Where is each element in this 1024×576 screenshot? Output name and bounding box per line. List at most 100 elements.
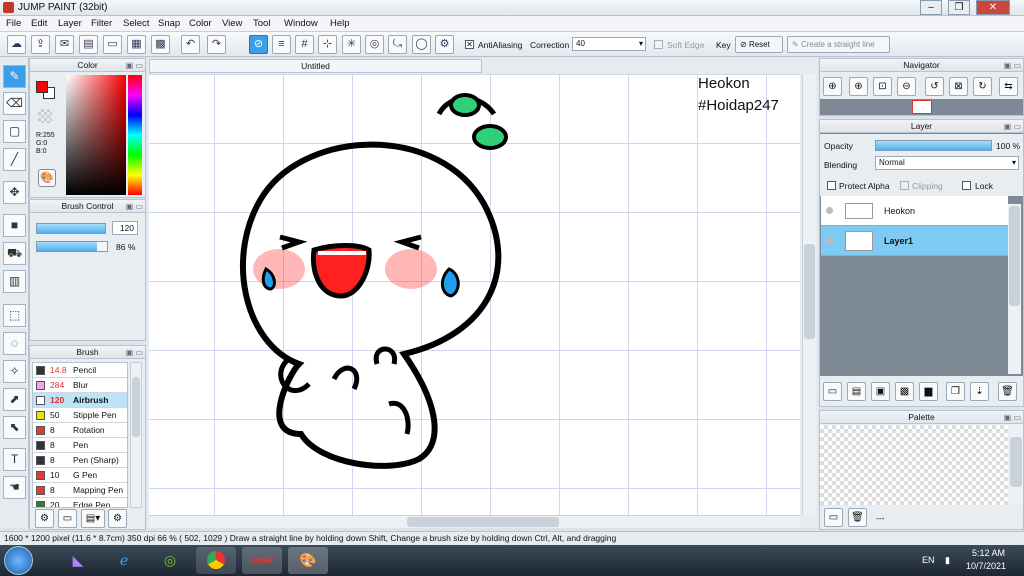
menu-color[interactable]: Color [189,18,212,29]
palette-swatches[interactable] [820,425,1008,505]
brush-item[interactable]: 20 Edge Pen [33,498,127,507]
eye-icon[interactable] [826,207,833,214]
curve-snap-icon[interactable]: ⤿ [388,35,407,54]
move-tool-icon[interactable]: ✥ [3,181,26,204]
ellipse-snap-icon[interactable]: ◯ [412,35,431,54]
language-indicator[interactable]: EN [922,555,935,565]
brush-menu-icon[interactable]: ▤▾ [81,509,105,528]
eye-icon[interactable] [826,237,833,244]
menu-help[interactable]: Help [330,18,350,29]
page-icon[interactable]: ▭ [103,35,122,54]
menu-window[interactable]: Window [284,18,318,29]
menu-layer[interactable]: Layer [58,18,82,29]
layer-row[interactable]: Heokon [821,196,1008,226]
menu-edit[interactable]: Edit [31,18,47,29]
scrollbar-thumb[interactable] [132,377,140,437]
close-button[interactable]: ✕ [976,0,1010,15]
fit-screen-icon[interactable]: ⊡ [873,77,892,96]
navigator-thumbnail[interactable] [911,100,932,114]
text-tool-icon[interactable]: T [3,448,26,471]
scrollbar-thumb[interactable] [407,517,559,527]
panel-buttons-icon[interactable]: ▣ ▭ [126,347,143,359]
panel-buttons-icon[interactable]: ▣ ▭ [126,201,143,213]
correction-select[interactable]: 40 ▾ [572,37,646,51]
reset-rotation-icon[interactable]: ⊠ [949,77,968,96]
menu-view[interactable]: View [222,18,242,29]
clipping-checkbox[interactable] [900,181,909,190]
brush-item[interactable]: 8 Mapping Pen [33,483,127,498]
bucket-tool-icon[interactable]: ⛟ [3,242,26,265]
grid-snap-icon[interactable]: # [295,35,314,54]
navigator-preview[interactable] [820,99,1023,115]
brush-item[interactable]: 14.8 Pencil [33,363,127,378]
drawing-canvas[interactable]: Heokon #Hoidap247 [149,74,800,515]
rotate-left-icon[interactable]: ↺ [925,77,944,96]
new-raster-layer-icon[interactable]: ▤ [847,382,866,401]
visual-studio-icon[interactable]: ◣ [58,547,98,574]
panel-buttons-icon[interactable]: ▣ ▭ [126,60,143,72]
trash-icon[interactable]: 🗑 [998,382,1017,401]
cloud-icon[interactable]: ☁ [7,35,26,54]
new-layer-icon[interactable]: ▭ [823,382,842,401]
palette-scrollbar[interactable] [1009,425,1023,505]
select-eraser-tool-icon[interactable]: ⬉ [3,416,26,439]
grid-layout-icon[interactable]: ▩ [151,35,170,54]
zoom-fit-icon[interactable]: ⊕ [823,77,842,96]
transparent-color-swatch[interactable] [38,109,52,123]
brush-item[interactable]: 284 Blur [33,378,127,393]
brush-size-input[interactable]: 120 [112,221,138,235]
start-button[interactable] [4,546,33,575]
internet-explorer-icon[interactable]: ℯ [104,547,144,574]
brush-add-icon[interactable]: ⚙ [35,509,54,528]
canvas-vertical-scrollbar[interactable] [802,74,816,515]
panel-buttons-icon[interactable]: ▣ ▭ [1004,412,1021,424]
gradient-tool-icon[interactable]: ▥ [3,270,26,293]
cross-snap-icon[interactable]: ⊹ [318,35,337,54]
network-icon[interactable]: ▮ [945,555,950,566]
menu-snap[interactable]: Snap [158,18,180,29]
magic-wand-tool-icon[interactable]: ✧ [3,360,26,383]
undo-icon[interactable]: ↶ [181,35,200,54]
antialiasing-checkbox[interactable]: ✕ [465,40,474,49]
layer-row[interactable]: Layer1 [821,226,1008,256]
menu-file[interactable]: File [6,18,21,29]
clock-date[interactable]: 10/7/2021 [966,561,1006,571]
note-icon[interactable]: ▤ [79,35,98,54]
circle-snap-icon[interactable]: ◎ [365,35,384,54]
new-brush-icon[interactable]: ▭ [58,509,77,528]
paint-app-icon[interactable]: 🎨 [288,547,328,574]
hand-tool-icon[interactable]: ☚ [3,476,26,499]
document-tab[interactable]: Untitled [149,59,482,73]
snap-settings-icon[interactable]: ⚙ [435,35,454,54]
clock-time[interactable]: 5:12 AM [972,548,1005,558]
comment-icon[interactable]: ✉ [55,35,74,54]
primary-color-swatch[interactable] [36,81,48,93]
sync-app-icon[interactable]: ◎ [150,547,190,574]
color-saturation-field[interactable] [66,75,126,195]
brush-tool-icon[interactable]: ✎ [3,65,26,88]
menu-filter[interactable]: Filter [91,18,112,29]
blending-select[interactable]: Normal ▾ [875,156,1019,170]
lock-checkbox[interactable] [962,181,971,190]
redo-icon[interactable]: ↷ [207,35,226,54]
rotate-right-icon[interactable]: ↻ [973,77,992,96]
brush-size-slider[interactable] [36,223,106,234]
menu-select[interactable]: Select [123,18,149,29]
menu-tool[interactable]: Tool [253,18,270,29]
lasso-tool-icon[interactable]: ◌ [3,332,26,355]
layer-opacity-slider[interactable] [875,140,992,151]
panel-buttons-icon[interactable]: ▣ ▭ [1004,121,1021,133]
brush-item[interactable]: 8 Pen [33,438,127,453]
brush-opacity-slider[interactable] [36,241,108,252]
brush-settings-icon[interactable]: ⚙ [108,509,127,528]
brush-item[interactable]: 8 Pen (Sharp) [33,453,127,468]
merge-layer-icon[interactable]: ⇣ [970,382,989,401]
select-rect-tool-icon[interactable]: ⬚ [3,304,26,327]
folder-icon[interactable]: ▆ [919,382,938,401]
new-palette-color-icon[interactable]: ▭ [824,508,843,527]
maximize-button[interactable]: ❐ [948,0,970,15]
palette-trash-icon[interactable]: 🗑 [848,508,867,527]
brush-item[interactable]: 8Rotation Symm [33,423,127,449]
duplicate-layer-icon[interactable]: ❐ [946,382,965,401]
select-pen-tool-icon[interactable]: ⬈ [3,388,26,411]
